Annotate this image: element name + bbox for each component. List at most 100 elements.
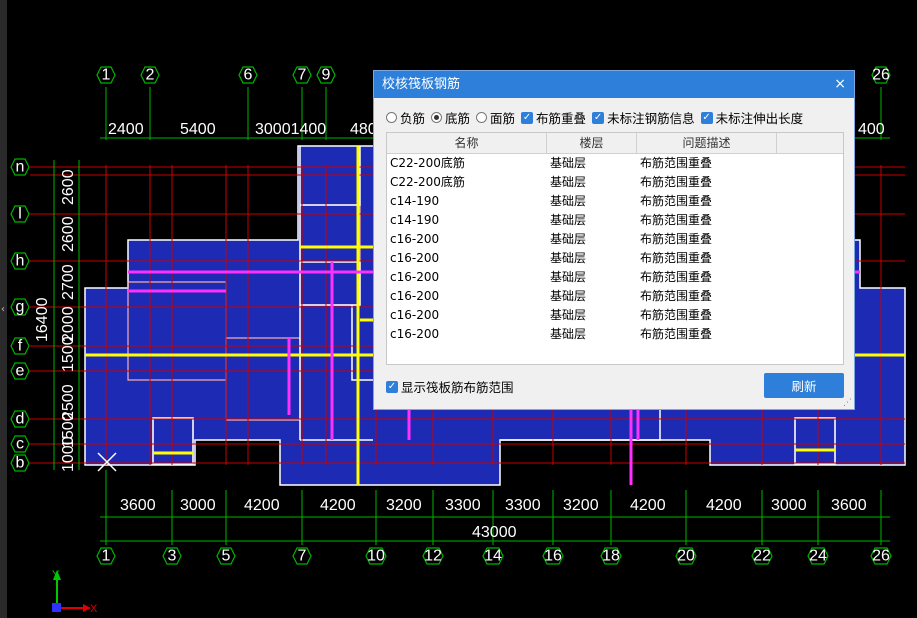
table-row[interactable]: c16-200 基础层 布筋范围重叠	[387, 249, 843, 268]
cell-name: C22-200底筋	[390, 175, 465, 189]
svg-text:400: 400	[858, 121, 885, 138]
table-row[interactable]: c14-190 基础层 布筋范围重叠	[387, 211, 843, 230]
checkbox-show-range[interactable]: ✓ 显示筏板筋布筋范围	[386, 377, 514, 396]
svg-text:5400: 5400	[180, 121, 216, 138]
svg-text:43000: 43000	[472, 524, 517, 541]
svg-text:4200: 4200	[244, 497, 280, 514]
svg-text:3300: 3300	[445, 497, 481, 514]
cell-issue: 布筋范围重叠	[640, 327, 713, 341]
cell-floor: 基础层	[550, 270, 587, 284]
resize-grip-icon[interactable]: ⋰	[843, 398, 852, 408]
cell-name: c16-200	[390, 232, 440, 246]
cell-issue: 布筋范围重叠	[640, 308, 713, 322]
left-dimension-texts: 2600 2600 2700 2000 1500 2500 1500 1000 …	[34, 169, 77, 472]
cell-name: c16-200	[390, 327, 440, 341]
column-header-floor[interactable]: 楼层	[547, 133, 637, 153]
table-row[interactable]: C22-200底筋 基础层 布筋范围重叠	[387, 173, 843, 192]
svg-text:7: 7	[298, 548, 307, 565]
close-icon[interactable]: ×	[834, 71, 846, 98]
checkmark-icon: ✓	[592, 111, 605, 124]
svg-text:2600: 2600	[60, 216, 77, 252]
radio-negative-rebar[interactable]: 负筋	[386, 108, 425, 127]
svg-text:l: l	[18, 206, 22, 223]
svg-text:h: h	[16, 253, 25, 270]
svg-text:3200: 3200	[563, 497, 599, 514]
radio-bottom-rebar[interactable]: 底筋	[431, 108, 470, 127]
column-header-issue[interactable]: 问题描述	[637, 133, 777, 153]
table-row[interactable]: c14-190 基础层 布筋范围重叠	[387, 192, 843, 211]
svg-text:30001400: 30001400	[255, 121, 326, 138]
svg-text:3600: 3600	[831, 497, 867, 514]
cell-floor: 基础层	[550, 232, 587, 246]
cell-issue: 布筋范围重叠	[640, 232, 713, 246]
table-row[interactable]: c16-200 基础层 布筋范围重叠	[387, 325, 843, 344]
svg-text:f: f	[18, 338, 23, 355]
column-header-name[interactable]: 名称	[387, 133, 547, 153]
table-row[interactable]: c16-200 基础层 布筋范围重叠	[387, 230, 843, 249]
left-edge-arrow: ‹	[1, 304, 5, 315]
svg-text:18: 18	[602, 548, 620, 565]
svg-text:1500: 1500	[60, 336, 77, 372]
cell-floor: 基础层	[550, 156, 587, 170]
cell-name: c16-200	[390, 251, 440, 265]
table-row[interactable]: C22-200底筋 基础层 布筋范围重叠	[387, 154, 843, 173]
svg-text:2: 2	[146, 67, 155, 84]
checkmark-icon: ✓	[700, 111, 713, 124]
cell-floor: 基础层	[550, 327, 587, 341]
cell-name: c14-190	[390, 213, 440, 227]
svg-text:n: n	[16, 159, 25, 176]
cell-name: c14-190	[390, 194, 440, 208]
cell-issue: 布筋范围重叠	[640, 156, 713, 170]
svg-text:1000: 1000	[60, 436, 77, 472]
issue-table[interactable]: 名称 楼层 问题描述 C22-200底筋 基础层 布筋范围重叠 C22-200底筋 基础…	[386, 132, 844, 365]
svg-text:g: g	[16, 299, 25, 316]
svg-text:16: 16	[544, 548, 562, 565]
svg-text:10: 10	[367, 548, 385, 565]
cell-floor: 基础层	[550, 308, 587, 322]
check-raft-rebar-dialog[interactable]: 校核筏板钢筋 × 负筋 底筋 面筋 ✓ 布筋重叠 ✓ 未标注钢筋信息 ✓ 未标注…	[373, 70, 855, 410]
table-header: 名称 楼层 问题描述	[387, 133, 843, 154]
cell-name: C22-200底筋	[390, 156, 465, 170]
svg-text:1: 1	[102, 548, 111, 565]
svg-text:22: 22	[753, 548, 771, 565]
svg-text:16400: 16400	[34, 297, 51, 342]
table-row[interactable]: c16-200 基础层 布筋范围重叠	[387, 287, 843, 306]
svg-text:20: 20	[677, 548, 695, 565]
cell-name: c16-200	[390, 289, 440, 303]
dialog-title-bar[interactable]: 校核筏板钢筋 ×	[374, 71, 854, 98]
checkbox-unlabeled-info[interactable]: ✓ 未标注钢筋信息	[592, 108, 695, 127]
svg-text:X: X	[90, 603, 98, 615]
svg-text:7: 7	[298, 67, 307, 84]
cell-name: c16-200	[390, 270, 440, 284]
cell-issue: 布筋范围重叠	[640, 194, 713, 208]
refresh-button[interactable]: 刷新	[764, 373, 844, 398]
dialog-title: 校核筏板钢筋	[382, 77, 461, 92]
checkbox-overlap[interactable]: ✓ 布筋重叠	[521, 108, 586, 127]
radio-icon	[476, 112, 488, 123]
cell-issue: 布筋范围重叠	[640, 213, 713, 227]
svg-text:3300: 3300	[505, 497, 541, 514]
svg-text:2700: 2700	[60, 264, 77, 300]
table-row[interactable]: c16-200 基础层 布筋范围重叠	[387, 268, 843, 287]
cell-name: c16-200	[390, 308, 440, 322]
radio-selected-icon	[431, 112, 443, 123]
checkbox-unlabeled-extension[interactable]: ✓ 未标注伸出长度	[700, 108, 803, 127]
cell-issue: 布筋范围重叠	[640, 175, 713, 189]
checkmark-icon: ✓	[386, 380, 398, 393]
svg-text:d: d	[16, 411, 25, 428]
svg-text:2400: 2400	[108, 121, 144, 138]
cell-floor: 基础层	[550, 251, 587, 265]
svg-text:1: 1	[102, 67, 111, 84]
ucs-axis-icon: Y X	[52, 569, 98, 615]
svg-text:26: 26	[872, 67, 890, 84]
svg-text:3: 3	[168, 548, 177, 565]
svg-text:b: b	[16, 455, 25, 472]
radio-top-rebar[interactable]: 面筋	[476, 108, 515, 127]
filter-options: 负筋 底筋 面筋 ✓ 布筋重叠 ✓ 未标注钢筋信息 ✓ 未标注伸出长度	[386, 108, 809, 127]
cell-floor: 基础层	[550, 175, 587, 189]
svg-text:5: 5	[222, 548, 231, 565]
cell-floor: 基础层	[550, 194, 587, 208]
svg-text:e: e	[16, 363, 25, 380]
table-row[interactable]: c16-200 基础层 布筋范围重叠	[387, 306, 843, 325]
svg-text:c: c	[16, 436, 24, 453]
